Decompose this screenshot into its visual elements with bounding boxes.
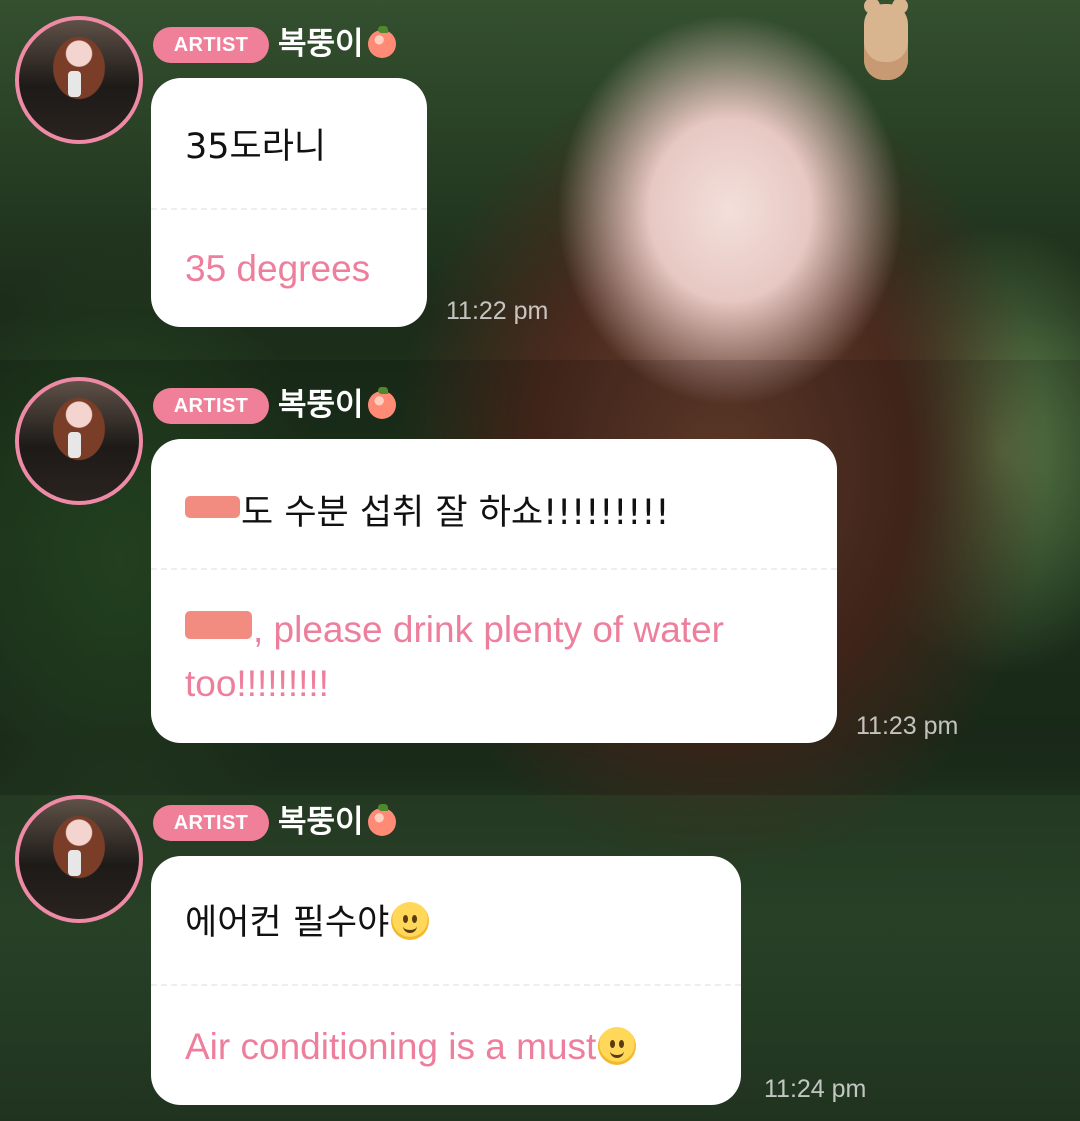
message-timestamp: 11:22 pm: [446, 297, 549, 325]
phone-icon: [68, 850, 81, 876]
melting-face-icon: [598, 1027, 637, 1065]
translation-divider: [151, 568, 837, 570]
artist-badge: ARTIST: [153, 805, 269, 841]
artist-nickname: 복뚱이: [278, 803, 396, 841]
nickname-text: 복뚱이: [278, 387, 364, 423]
original-message-text: 도 수분 섭취 잘 하쇼!!!!!!!!!: [241, 493, 670, 533]
artist-badge: ARTIST: [153, 27, 269, 63]
message-bubble[interactable]: 에어컨 필수야 Air conditioning is a must: [151, 856, 741, 1105]
peach-icon: [367, 804, 396, 836]
phone-icon: [68, 71, 81, 97]
bear-hairclip-icon: [864, 0, 908, 80]
nickname-text: 복뚱이: [278, 804, 364, 840]
message-bubble[interactable]: 35도라니 35 degrees: [151, 78, 427, 327]
artist-avatar[interactable]: [15, 795, 143, 923]
artist-avatar[interactable]: [15, 16, 143, 144]
redacted-name: [185, 496, 240, 518]
translated-message: Air conditioning is a must: [185, 1020, 711, 1074]
original-message: 35도라니: [185, 127, 327, 167]
artist-badge: ARTIST: [153, 388, 269, 424]
artist-nickname: 복뚱이: [278, 386, 396, 424]
melting-face-icon: [391, 902, 430, 940]
message-bubble[interactable]: 도 수분 섭취 잘 하쇼!!!!!!!!! , please drink ple…: [151, 439, 837, 743]
translation-divider: [151, 208, 427, 210]
peach-icon: [367, 387, 396, 419]
peach-icon: [367, 26, 396, 58]
original-message-text: 에어컨 필수야: [185, 903, 390, 943]
phone-icon: [68, 432, 81, 458]
nickname-text: 복뚱이: [278, 26, 364, 62]
translated-message: 35 degrees: [185, 248, 371, 289]
emoji-mouth: [403, 925, 418, 933]
artist-avatar[interactable]: [15, 377, 143, 505]
translated-message-text: Air conditioning is a must: [185, 1026, 597, 1067]
original-message: 에어컨 필수야: [185, 902, 715, 944]
original-message: 도 수분 섭취 잘 하쇼!!!!!!!!!: [185, 492, 811, 534]
message-timestamp: 11:24 pm: [764, 1075, 867, 1103]
translation-divider: [151, 984, 741, 986]
message-timestamp: 11:23 pm: [856, 712, 959, 740]
artist-nickname: 복뚱이: [278, 25, 396, 63]
emoji-mouth: [610, 1050, 625, 1058]
translated-message-text: , please drink plenty of water too!!!!!!…: [185, 609, 724, 704]
redacted-name: [185, 611, 252, 639]
translated-message: , please drink plenty of water too!!!!!!…: [185, 603, 807, 711]
